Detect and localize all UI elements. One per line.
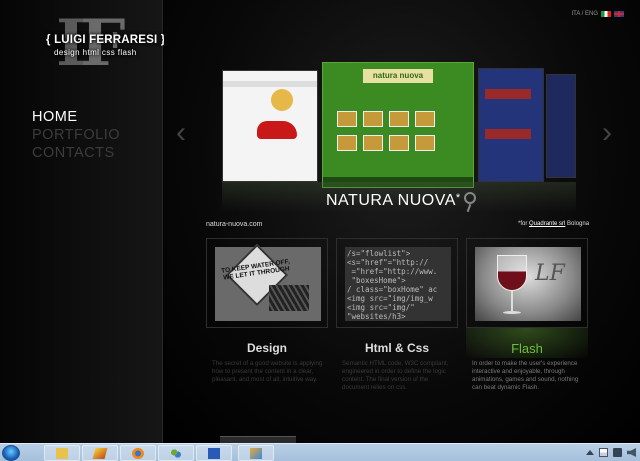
taskbar-button-paint[interactable] [238, 445, 274, 461]
card-title[interactable]: Design [206, 341, 328, 355]
taskbar-button-word[interactable] [196, 445, 232, 461]
folder-icon [56, 447, 68, 459]
card-title[interactable]: Html & Css [336, 341, 458, 355]
panel-header [223, 81, 317, 87]
carousel-panel-3[interactable] [478, 68, 544, 182]
carousel-panel-1[interactable] [222, 70, 318, 182]
system-tray [586, 448, 636, 457]
glass-stem [511, 291, 513, 311]
panel-bar [485, 129, 531, 139]
card-description: In order to make the user's experience i… [472, 360, 579, 391]
product-thumb [389, 111, 409, 127]
product-thumb [389, 135, 409, 151]
product-thumb [337, 135, 357, 151]
taskbar [0, 443, 640, 461]
main-nav: HOME PORTFOLIO CONTACTS [32, 108, 120, 162]
nav-item-portfolio[interactable]: PORTFOLIO [32, 126, 120, 144]
taskbar-button-folder[interactable] [44, 445, 80, 461]
carousel-panel-4[interactable] [546, 74, 576, 178]
card-monogram: LF [535, 261, 565, 286]
nav-item-contacts[interactable]: CONTACTS [32, 144, 120, 162]
card-html-css[interactable]: /s="flowlist"> <s="href"="http:// ="href… [336, 238, 458, 443]
credit-suffix: Bologna [567, 221, 590, 227]
taskbar-button-people[interactable] [158, 445, 194, 461]
card-description: Semantic HTML code, W3C compliant, engin… [342, 360, 449, 391]
logo[interactable]: L F { LUIGI FERRARESI } design html css … [44, 12, 165, 78]
panel-title: natura nuova [363, 69, 433, 83]
show-hidden-icons-icon[interactable] [586, 450, 594, 455]
panel-graphic [271, 89, 293, 111]
nav-item-home[interactable]: HOME [32, 108, 120, 126]
carousel-next-arrow-icon[interactable]: › [602, 118, 618, 148]
featured-project-title[interactable]: NATURA NUOVA* [326, 192, 461, 210]
credit-link[interactable]: Quadrante srl [529, 221, 565, 227]
people-icon [170, 447, 182, 459]
card-image: LF [466, 238, 588, 328]
italian-flag-icon[interactable] [601, 11, 611, 17]
card-description: The secret of a good website is applying… [212, 360, 323, 383]
paint-icon [250, 447, 262, 459]
language-label[interactable]: ITA / ENG [571, 11, 598, 17]
glass-base [503, 311, 521, 314]
language-switcher: ITA / ENG [571, 11, 624, 17]
product-thumb [363, 111, 383, 127]
panel-bar [485, 89, 531, 99]
sidebar: L F { LUIGI FERRARESI } design html css … [0, 0, 165, 443]
firefox-icon [132, 447, 144, 459]
car-image [257, 121, 297, 139]
word-icon [208, 447, 220, 459]
product-thumb [415, 111, 435, 127]
card-image-inner: TO KEEP WATER OFF, WE LET IT THROUGH [215, 243, 321, 321]
product-thumb [415, 135, 435, 151]
card-image: /s="flowlist"> <s="href"="http:// ="href… [336, 238, 458, 328]
english-flag-icon[interactable] [614, 11, 624, 17]
portfolio-carousel: ‹ natura nuova › [176, 62, 612, 212]
volume-icon[interactable] [627, 448, 636, 457]
product-thumb [337, 111, 357, 127]
featured-title-mark: * [455, 192, 461, 204]
credit-prefix: *for [518, 221, 528, 227]
credit-line: *for Quadrante srl Bologna [518, 221, 589, 227]
logo-tagline: design html css flash [54, 48, 137, 57]
card-image-inner: LF [475, 247, 581, 321]
start-button[interactable] [2, 445, 20, 461]
featured-title-text: NATURA NUOVA [326, 192, 456, 209]
product-thumb [363, 135, 383, 151]
main-content: ITA / ENG ‹ natura nuova › NATURA NUOVA*… [164, 0, 640, 443]
brushes-image [269, 285, 309, 311]
taskbar-button-flash[interactable] [82, 445, 118, 461]
flash-icon [92, 447, 108, 459]
site-url[interactable]: natura-nuova.com [206, 221, 262, 228]
partial-window [220, 436, 296, 443]
card-image: TO KEEP WATER OFF, WE LET IT THROUGH [206, 238, 328, 328]
logo-name: { LUIGI FERRARESI } [46, 34, 166, 46]
magnifier-icon[interactable] [464, 192, 476, 204]
service-cards: TO KEEP WATER OFF, WE LET IT THROUGH Des… [206, 238, 596, 443]
wine-glass-icon [497, 255, 527, 291]
card-title[interactable]: Flash [466, 341, 588, 356]
taskbar-button-firefox[interactable] [120, 445, 156, 461]
carousel-prev-arrow-icon[interactable]: ‹ [176, 118, 192, 148]
carousel-panel-featured[interactable]: natura nuova [322, 62, 474, 188]
card-flash[interactable]: LF Flash In order to make the user's exp… [466, 238, 588, 443]
code-image: /s="flowlist"> <s="href"="http:// ="href… [345, 247, 451, 321]
network-icon[interactable] [613, 448, 622, 457]
card-design[interactable]: TO KEEP WATER OFF, WE LET IT THROUGH Des… [206, 238, 328, 443]
action-center-flag-icon[interactable] [599, 448, 608, 457]
